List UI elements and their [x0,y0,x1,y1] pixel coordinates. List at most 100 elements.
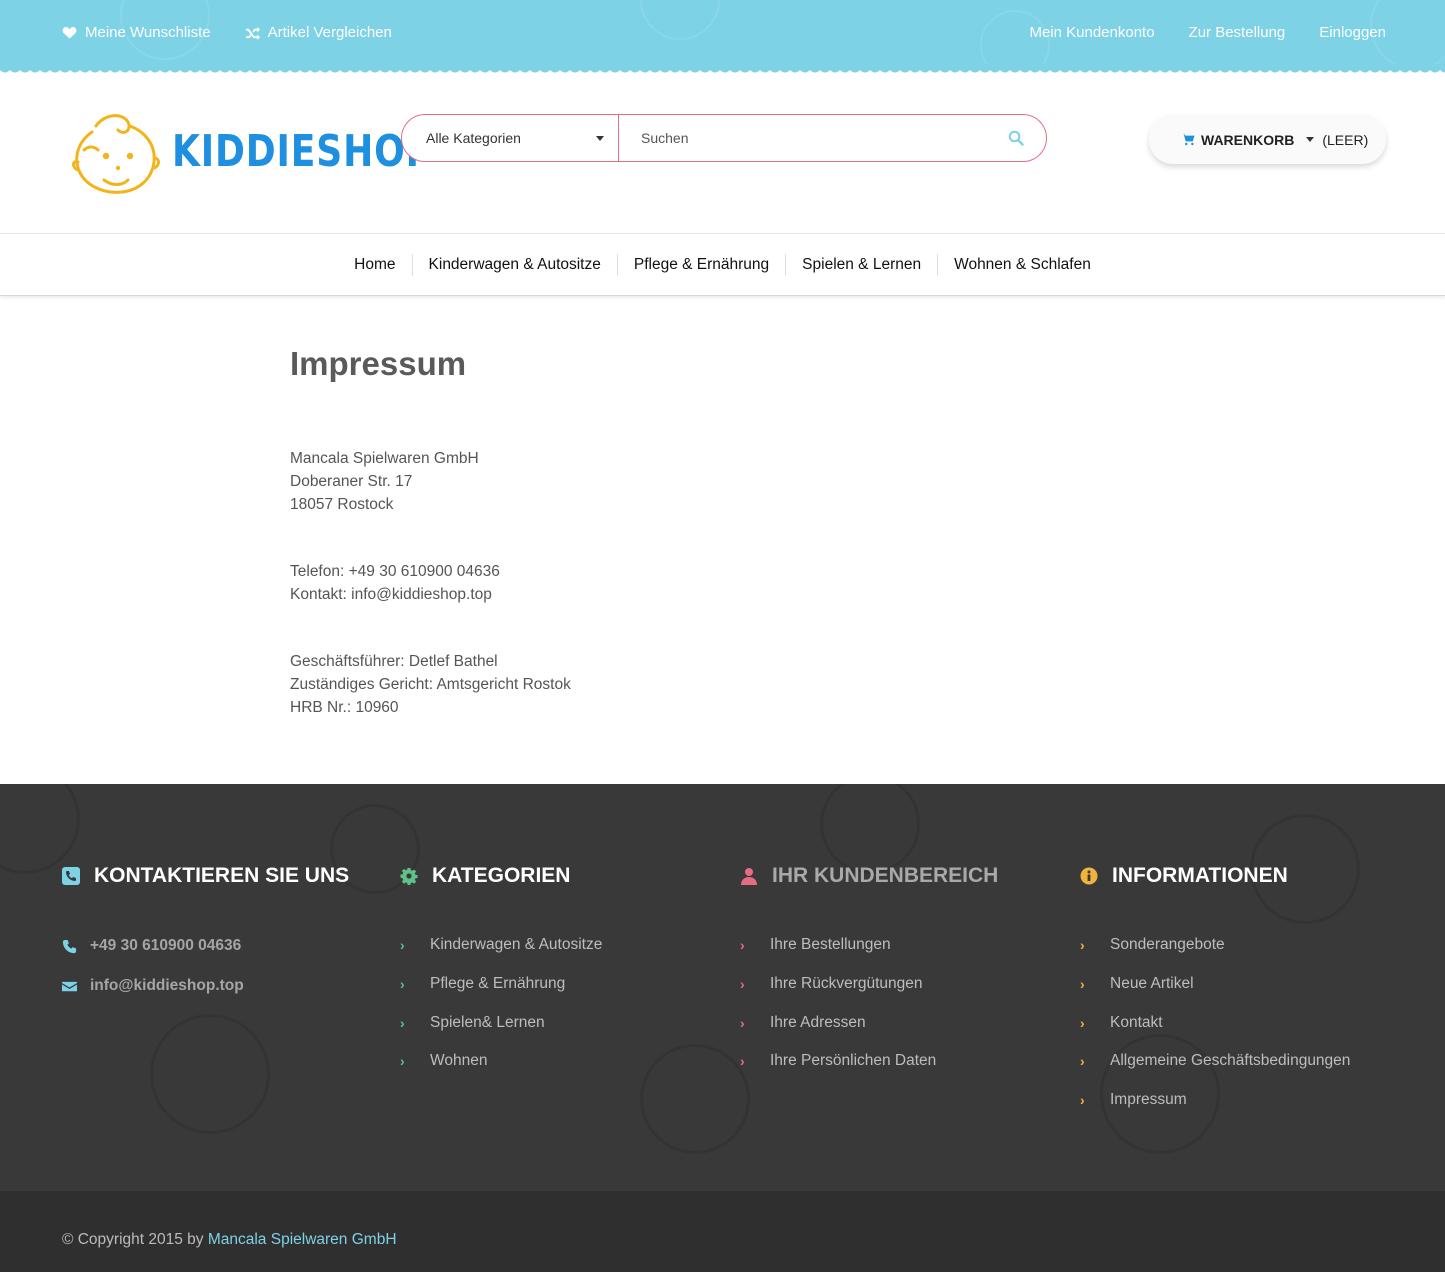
chevron-right-icon: › [1080,1092,1085,1109]
footer-info-link[interactable]: › Sonderangebote [1080,926,1350,965]
footer-categories-title: KATEGORIEN [432,864,571,887]
chevron-right-icon: › [400,1053,405,1070]
wishlist-label: Meine Wunschliste [85,24,211,41]
footer-phone-text: +49 30 610900 04636 [90,937,242,954]
login-link[interactable]: Einloggen [1319,24,1386,41]
envelope-icon [62,981,77,991]
footer-info-heading: INFORMATIONEN [1080,864,1350,888]
footer-category-link[interactable]: › Wohnen [400,1042,602,1081]
user-icon [741,868,757,885]
search-button[interactable] [986,115,1046,161]
copyright-prefix: © Copyright 2015 by [62,1231,208,1248]
footer-info-link[interactable]: › Impressum [1080,1081,1350,1120]
manager-text: Geschäftsführer: Detlef Bathel [290,653,498,670]
nav-item-pflege[interactable]: Pflege & Ernährung [616,253,785,276]
wishlist-link[interactable]: Meine Wunschliste [62,24,211,41]
caret-down-icon [1306,137,1315,142]
footer-account-link[interactable]: › Ihre Persönlichen Daten [740,1042,998,1081]
city: 18057 Rostock [290,496,394,513]
footer-link-label: Ihre Adressen [770,1013,866,1031]
cart-status: (LEER) [1322,131,1369,148]
footer: KONTAKTIEREN SIE UNS +49 30 610900 04636… [0,784,1445,1191]
chevron-right-icon: › [740,937,745,954]
footer-link-label: Kontakt [1110,1013,1163,1031]
gear-icon [400,868,418,885]
nav-item-wohnen[interactable]: Wohnen & Schlafen [937,253,1107,276]
copyright-company-link[interactable]: Mancala Spielwaren GmbH [208,1231,397,1248]
street: Doberaner Str. 17 [290,473,413,490]
footer-link-label: Ihre Rückvergütungen [770,975,923,993]
chevron-right-icon: › [1080,976,1085,993]
decor-swirl [640,1044,750,1154]
chevron-right-icon: › [1080,937,1085,954]
footer-account-link[interactable]: › Ihre Bestellungen [740,926,998,965]
footer-link-label: Sonderangebote [1110,936,1225,954]
footer-category-link[interactable]: › Pflege & Ernährung [400,965,602,1004]
footer-categories-column: KATEGORIEN › Kinderwagen & Autositze › Pfl… [400,864,602,1081]
footer-link-label: Ihre Persönlichen Daten [770,1052,937,1070]
footer-account-title: IHR KUNDENBEREICH [772,864,999,887]
chevron-right-icon: › [400,976,405,993]
main-nav: Home Kinderwagen & Autositze Pflege & Er… [0,233,1445,296]
copyright: © Copyright 2015 by Mancala Spielwaren G… [62,1231,397,1249]
cart-button[interactable]: WARENKORB (LEER) [1149,115,1386,164]
footer-account-heading: IHR KUNDENBEREICH [740,864,998,888]
decor-swirl [150,1014,270,1134]
footer-info-link[interactable]: › Neue Artikel [1080,965,1350,1004]
footer-account-link[interactable]: › Ihre Adressen [740,1003,998,1042]
compare-label: Artikel Vergleichen [267,24,392,41]
checkout-link[interactable]: Zur Bestellung [1189,24,1286,41]
chevron-right-icon: › [740,1053,745,1070]
footer-account-link[interactable]: › Ihre Rückvergütungen [740,965,998,1004]
footer-category-link[interactable]: › Spielen& Lernen [400,1003,602,1042]
nav-item-home[interactable]: Home [338,254,411,276]
court-text: Zuständiges Gericht: Amtsgericht Rostok [290,676,571,693]
footer-category-link[interactable]: › Kinderwagen & Autositze [400,926,602,965]
account-link[interactable]: Mein Kundenkonto [1029,24,1154,41]
phone-text: Telefon: +49 30 610900 04636 [290,563,500,580]
footer-link-label: Spielen& Lernen [430,1013,545,1031]
footer-contact-title: KONTAKTIEREN SIE UNS [94,864,350,887]
search-input[interactable] [619,115,986,161]
footer-info-title: INFORMATIONEN [1112,864,1288,887]
footer-link-label: Neue Artikel [1110,975,1194,993]
main-content: Impressum Mancala Spielwaren GmbH Dobera… [290,345,990,763]
nav-item-kinderwagen[interactable]: Kinderwagen & Autositze [411,253,617,276]
chevron-right-icon: › [1080,1014,1085,1031]
info-icon [1080,867,1098,885]
footer-email-text: info@kiddieshop.top [90,977,244,994]
top-bar: Meine Wunschliste Artikel Vergleichen Me… [0,0,1445,70]
copyright-bar: © Copyright 2015 by Mancala Spielwaren G… [0,1191,1445,1272]
footer-link-label: Wohnen [430,1052,488,1070]
cart-icon [1181,133,1195,145]
footer-info-column: INFORMATIONEN › Sonderangebote › Neue Arti… [1080,864,1350,1119]
footer-email[interactable]: info@kiddieshop.top [62,966,349,1006]
footer-account-column: IHR KUNDENBEREICH › Ihre Bestellungen › Ih… [740,864,998,1081]
company-name: Mancala Spielwaren GmbH [290,450,479,467]
contact-block: Telefon: +49 30 610900 04636 Kontakt: in… [290,560,990,606]
compare-link[interactable]: Artikel Vergleichen [245,24,392,41]
shuffle-icon [245,26,260,40]
heart-icon [62,27,77,39]
category-select[interactable]: Alle Kategorien [402,115,619,161]
search-bar: Alle Kategorien [401,114,1047,162]
caret-down-icon [596,135,604,141]
chevron-right-icon: › [740,1014,745,1031]
footer-contact-column: KONTAKTIEREN SIE UNS +49 30 610900 04636… [62,864,349,1006]
footer-contact-heading: KONTAKTIEREN SIE UNS [62,864,349,888]
chevron-right-icon: › [1080,1053,1085,1070]
address-block: Mancala Spielwaren GmbH Doberaner Str. 1… [290,447,990,516]
hrb-text: HRB Nr.: 10960 [290,699,399,716]
email-text: Kontakt: info@kiddieshop.top [290,586,492,603]
page-title: Impressum [290,345,467,382]
footer-info-link[interactable]: › Allgemeine Geschäftsbedingungen [1080,1042,1350,1081]
nav-item-spielen[interactable]: Spielen & Lernen [785,253,937,276]
logo-text: KIDDIESHOP [172,126,433,177]
footer-info-link[interactable]: › Kontakt [1080,1003,1350,1042]
phone-icon [62,939,77,953]
logo[interactable]: KIDDIESHOP [70,110,432,196]
decor-swirl [0,784,80,874]
legal-block: Geschäftsführer: Detlef Bathel Zuständig… [290,650,990,719]
topbar-wave-edge [0,64,1445,73]
footer-phone: +49 30 610900 04636 [62,926,349,966]
